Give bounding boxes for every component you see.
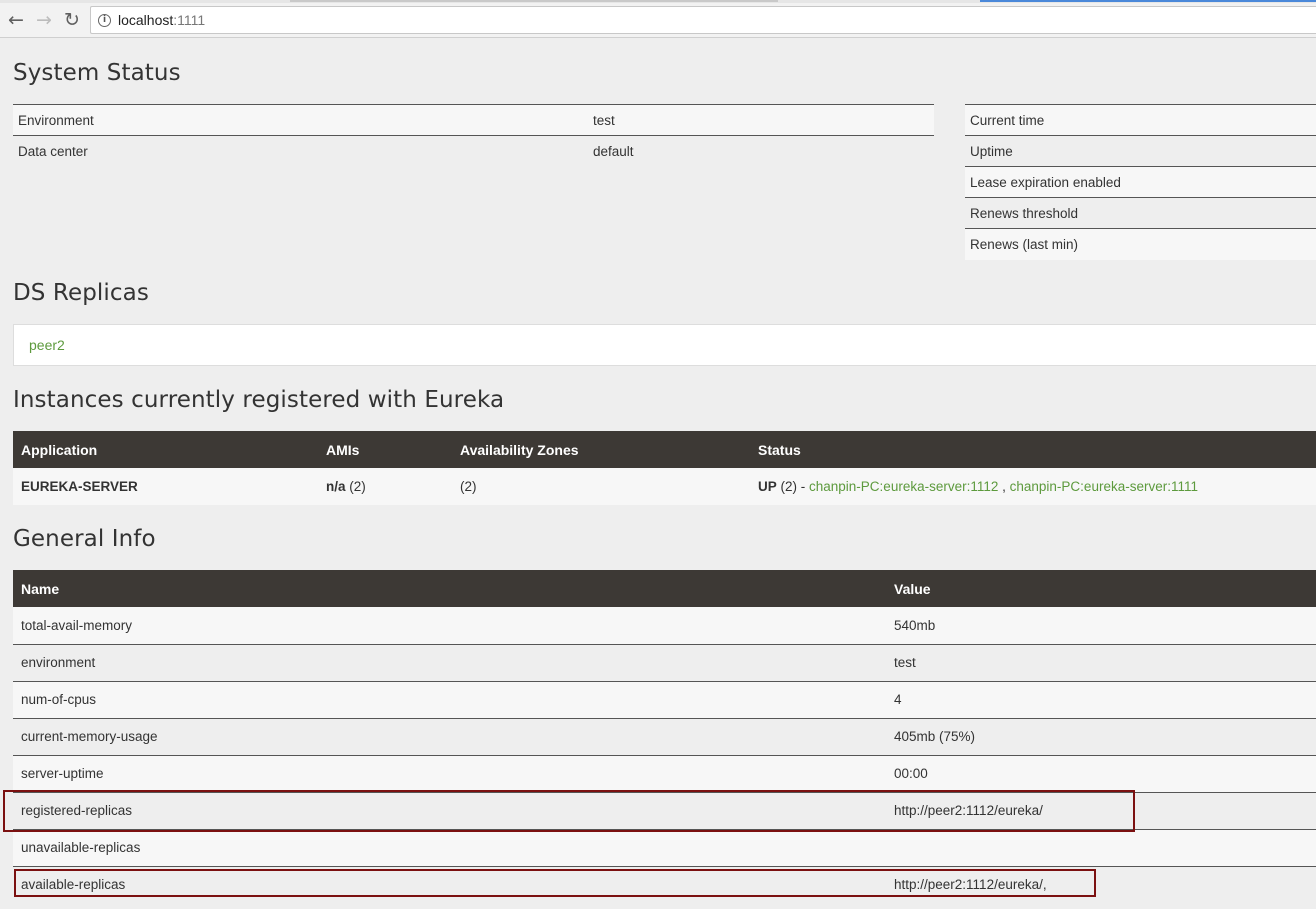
info-name: current-memory-usage xyxy=(13,717,886,755)
status-row: Environment test xyxy=(13,104,934,136)
general-info-title: General Info xyxy=(13,526,156,552)
status-label: Data center xyxy=(13,135,586,167)
status-label: Uptime xyxy=(965,135,1316,167)
status-label: Lease expiration enabled xyxy=(965,166,1316,198)
info-value: test xyxy=(886,643,1316,681)
table-row: current-memory-usage 405mb (75%) xyxy=(13,717,1316,755)
link-separator: , xyxy=(998,479,1010,494)
info-name: environment xyxy=(13,643,886,681)
info-name: server-uptime xyxy=(13,754,886,792)
url-host: localhost xyxy=(118,12,174,28)
info-value: http://peer2:1112/eureka/ xyxy=(886,791,1316,829)
table-row: available-replicas http://peer2:1112/eure… xyxy=(13,865,1316,903)
status-label: Renews (last min) xyxy=(965,228,1316,260)
address-bar[interactable]: i localhost:1111 xyxy=(90,6,1316,34)
table-row: EUREKA-SERVER n/a (2) (2) UP (2) - chanp… xyxy=(13,468,1316,505)
column-header: Status xyxy=(750,431,1316,468)
table-row: environment test xyxy=(13,643,1316,681)
tab-inactive[interactable] xyxy=(290,0,778,2)
table-row: total-avail-memory 540mb xyxy=(13,607,1316,644)
column-header: Name xyxy=(13,570,886,607)
info-name: total-avail-memory xyxy=(13,607,886,644)
info-name: unavailable-replicas xyxy=(13,828,886,866)
status-value: default xyxy=(586,135,934,167)
arrow-right-icon[interactable]: → xyxy=(33,9,55,31)
info-value xyxy=(886,828,1316,866)
table-row: num-of-cpus 4 xyxy=(13,680,1316,718)
tab-active[interactable] xyxy=(980,0,1316,2)
status-label: Environment xyxy=(13,104,586,136)
zones-cell: (2) xyxy=(452,468,750,505)
browser-toolbar: ← → ↻ i localhost:1111 xyxy=(0,3,1316,38)
status-row: Uptime xyxy=(965,135,1316,167)
status-up: UP xyxy=(758,479,777,494)
status-row: Current time xyxy=(965,104,1316,136)
status-label: Renews threshold xyxy=(965,197,1316,229)
amis-count: (2) xyxy=(345,479,366,494)
info-value: 540mb xyxy=(886,607,1316,644)
status-row: Renews threshold xyxy=(965,197,1316,229)
info-name: registered-replicas xyxy=(13,791,886,829)
info-value: http://peer2:1112/eureka/, xyxy=(886,865,1316,903)
table-row: registered-replicas http://peer2:1112/eur… xyxy=(13,791,1316,829)
info-value: 00:00 xyxy=(886,754,1316,792)
system-status-table: Environment test Data center default xyxy=(13,104,934,167)
info-value: 4 xyxy=(886,680,1316,718)
instance-link[interactable]: chanpin-PC:eureka-server:1111 xyxy=(1010,479,1198,494)
amis-cell: n/a (2) xyxy=(318,468,452,505)
instances-title: Instances currently registered with Eure… xyxy=(13,387,505,413)
table-row: unavailable-replicas xyxy=(13,828,1316,866)
info-name: available-replicas xyxy=(13,865,886,903)
status-cell: UP (2) - chanpin-PC:eureka-server:1112 ,… xyxy=(750,468,1316,505)
system-status-title: System Status xyxy=(13,60,181,86)
info-name: num-of-cpus xyxy=(13,680,886,718)
status-row: Lease expiration enabled xyxy=(965,166,1316,198)
status-row: Renews (last min) xyxy=(965,228,1316,260)
ds-replicas-list: peer2 xyxy=(13,324,1316,366)
instances-header-row: Application AMIs Availability Zones Stat… xyxy=(13,431,1316,468)
url-port: :1111 xyxy=(173,12,206,28)
status-count: (2) - xyxy=(776,479,810,494)
replica-link[interactable]: peer2 xyxy=(29,337,65,353)
info-value: 405mb (75%) xyxy=(886,717,1316,755)
column-header: Value xyxy=(886,570,1316,607)
url-text[interactable]: localhost:1111 xyxy=(118,12,205,28)
column-header: Application xyxy=(13,431,318,468)
reload-icon[interactable]: ↻ xyxy=(61,9,83,31)
instances-table: Application AMIs Availability Zones Stat… xyxy=(13,431,1316,505)
general-info-header-row: Name Value xyxy=(13,570,1316,607)
status-label: Current time xyxy=(965,104,1316,136)
general-info-table: Name Value total-avail-memory 540mb envir… xyxy=(13,570,1316,903)
status-row: Data center default xyxy=(13,135,934,167)
ds-replicas-title: DS Replicas xyxy=(13,280,149,306)
column-header: Availability Zones xyxy=(452,431,750,468)
amis-value: n/a xyxy=(326,479,346,494)
info-icon[interactable]: i xyxy=(98,14,111,27)
application-name: EUREKA-SERVER xyxy=(13,468,318,505)
instance-link[interactable]: chanpin-PC:eureka-server:1112 xyxy=(809,479,998,494)
status-value: test xyxy=(586,104,934,136)
arrow-left-icon[interactable]: ← xyxy=(5,9,27,31)
table-row: server-uptime 00:00 xyxy=(13,754,1316,792)
column-header: AMIs xyxy=(318,431,452,468)
system-status-right-table: Current time Uptime Lease expiration ena… xyxy=(965,104,1316,260)
